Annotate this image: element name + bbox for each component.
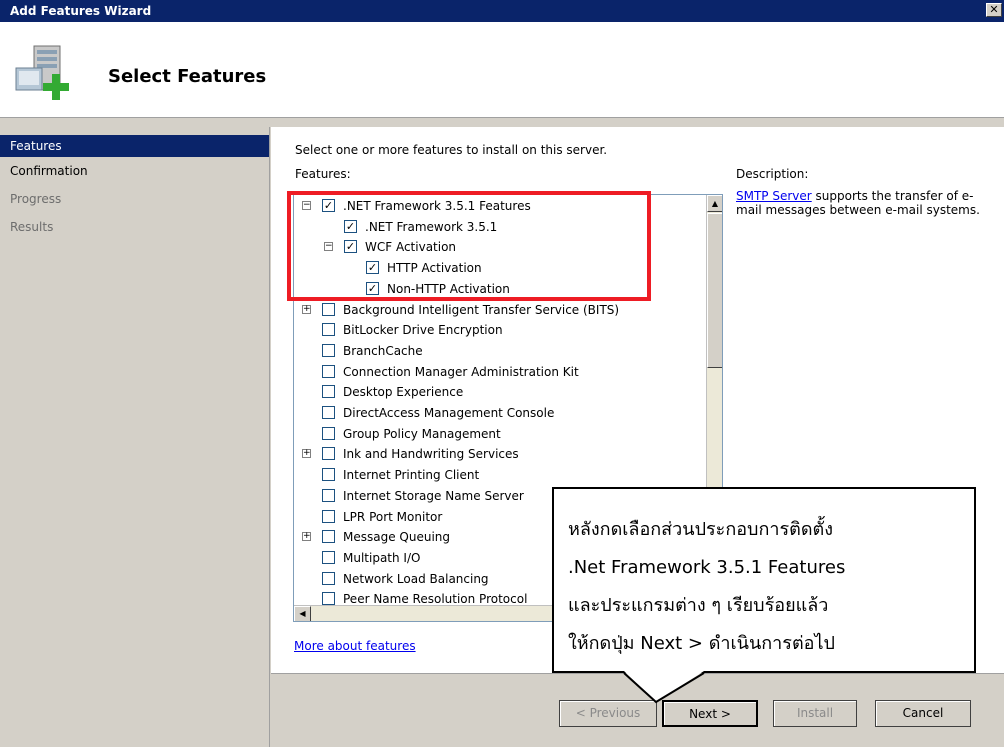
feature-checkbox[interactable] — [322, 302, 335, 316]
feature-label: Internet Printing Client — [343, 468, 480, 483]
step-confirmation[interactable]: Confirmation — [0, 157, 269, 185]
annotation-callout: หลังกดเลือกส่วนประกอบการติดตั้ง .Net Fra… — [552, 487, 976, 673]
feature-checkbox[interactable] — [322, 550, 335, 564]
feature-label: Background Intelligent Transfer Service … — [343, 302, 620, 317]
wizard-header: Select Features — [0, 22, 1004, 118]
feature-label: BranchCache — [343, 343, 423, 358]
feature-label: Network Load Balancing — [343, 571, 489, 586]
tree-row[interactable]: Internet Printing Client — [294, 465, 704, 485]
tree-row[interactable]: DirectAccess Management Console — [294, 403, 704, 423]
next-button[interactable]: Next > — [662, 700, 758, 727]
previous-button[interactable]: < Previous — [559, 700, 657, 727]
tree-row[interactable]: Connection Manager Administration Kit — [294, 362, 704, 382]
window-title: Add Features Wizard — [10, 4, 152, 18]
tree-row[interactable]: BitLocker Drive Encryption — [294, 320, 704, 340]
scroll-up-icon[interactable]: ▲ — [707, 195, 722, 212]
tree-row[interactable]: Desktop Experience — [294, 382, 704, 402]
expand-icon[interactable]: + — [302, 304, 311, 314]
callout-line: หลังกดเลือกส่วนประกอบการติดตั้ง — [568, 519, 833, 540]
page-title: Select Features — [108, 66, 267, 87]
feature-label: Ink and Handwriting Services — [343, 447, 519, 462]
feature-checkbox[interactable] — [322, 447, 335, 461]
scroll-left-icon[interactable]: ◀ — [294, 606, 311, 621]
feature-checkbox[interactable] — [322, 385, 335, 399]
feature-checkbox[interactable] — [322, 468, 335, 482]
feature-checkbox[interactable] — [322, 488, 335, 502]
feature-label: Connection Manager Administration Kit — [343, 364, 579, 379]
highlight-box — [287, 191, 651, 301]
title-bar: Add Features Wizard ✕ — [0, 0, 1004, 22]
install-button[interactable]: Install — [773, 700, 857, 727]
tree-row[interactable]: Group Policy Management — [294, 424, 704, 444]
tree-row[interactable]: BranchCache — [294, 341, 704, 361]
feature-checkbox[interactable] — [322, 323, 335, 337]
description-text: SMTP Server supports the transfer of e-m… — [736, 189, 996, 217]
description-label: Description: — [736, 167, 809, 181]
feature-label: LPR Port Monitor — [343, 509, 443, 524]
expand-icon[interactable]: + — [302, 532, 311, 542]
feature-label: Group Policy Management — [343, 426, 501, 441]
step-progress: Progress — [10, 192, 62, 206]
scroll-thumb[interactable] — [707, 213, 722, 368]
instruction-text: Select one or more features to install o… — [295, 143, 608, 157]
close-icon[interactable]: ✕ — [986, 3, 1002, 17]
feature-label: Internet Storage Name Server — [343, 488, 524, 503]
feature-label: Message Queuing — [343, 530, 451, 545]
features-label: Features: — [295, 167, 351, 181]
callout-line: และประแกรมต่าง ๆ เรียบร้อยแล้ว — [568, 595, 829, 616]
callout-line: .Net Framework 3.5.1 Features — [568, 557, 846, 578]
feature-label: Desktop Experience — [343, 385, 464, 400]
feature-label: BitLocker Drive Encryption — [343, 323, 503, 338]
step-results: Results — [10, 220, 54, 234]
server-add-icon — [15, 45, 69, 100]
wizard-steps: Features Confirmation Progress Results — [0, 127, 270, 747]
tree-row[interactable]: + Ink and Handwriting Services — [294, 444, 704, 464]
feature-label: DirectAccess Management Console — [343, 406, 555, 420]
wizard-footer: < Previous Next > Install Cancel — [271, 673, 1004, 747]
more-about-features-link[interactable]: More about features — [294, 639, 416, 653]
feature-checkbox[interactable] — [322, 530, 335, 544]
feature-checkbox[interactable] — [322, 406, 335, 419]
feature-checkbox[interactable] — [322, 364, 335, 378]
callout-text: หลังกดเลือกส่วนประกอบการติดตั้ง .Net Fra… — [568, 511, 968, 663]
feature-label: Multipath I/O — [343, 550, 421, 565]
step-features[interactable]: Features — [0, 135, 269, 157]
feature-checkbox[interactable] — [322, 509, 335, 523]
callout-line: ให้กดปุ่ม Next > ดำเนินการต่อไป — [568, 633, 835, 654]
feature-checkbox[interactable] — [322, 592, 335, 606]
smtp-server-link[interactable]: SMTP Server — [736, 189, 812, 203]
cancel-button[interactable]: Cancel — [875, 700, 971, 727]
feature-checkbox[interactable] — [322, 571, 335, 585]
tree-row[interactable]: + Background Intelligent Transfer Service… — [294, 300, 704, 320]
feature-checkbox[interactable] — [322, 426, 335, 440]
feature-checkbox[interactable] — [322, 343, 335, 357]
expand-icon[interactable]: + — [302, 449, 311, 459]
